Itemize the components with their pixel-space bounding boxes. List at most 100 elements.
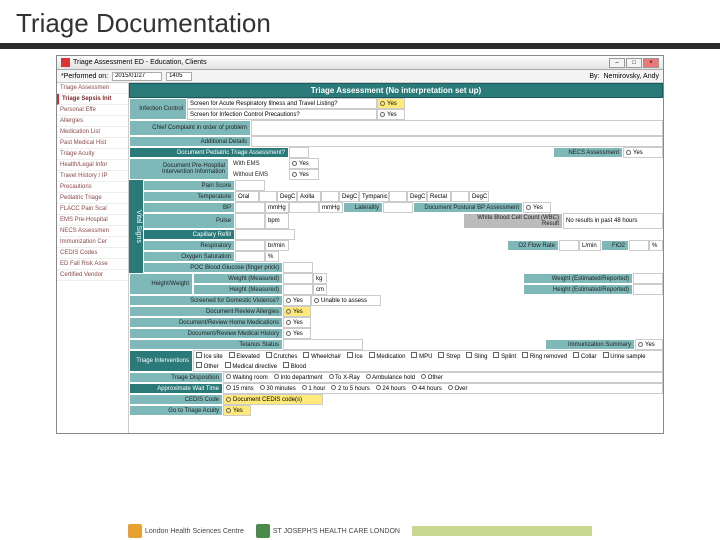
temp-oral-input[interactable] (259, 191, 277, 202)
pain-input[interactable] (235, 180, 265, 191)
postural-bp-value[interactable]: Yes (523, 202, 551, 213)
option[interactable]: Urine sample (603, 352, 646, 360)
peds-triage-value[interactable] (289, 147, 309, 158)
sidebar-item[interactable]: Certified Vendor (57, 270, 128, 281)
sidebar-item[interactable]: Medication List (57, 127, 128, 138)
dv-unable[interactable]: Unable to assess (311, 295, 381, 306)
option[interactable]: 2 to 5 hours (331, 385, 369, 392)
without-ems-label: Without EMS (229, 169, 289, 180)
sidebar-item[interactable]: EMS Pre-Hospital (57, 215, 128, 226)
option[interactable]: Ambulance hold (366, 374, 415, 381)
option[interactable]: Splint (493, 352, 516, 360)
option[interactable]: 30 minutes (260, 385, 296, 392)
option[interactable]: Wheelchair (303, 352, 341, 360)
option[interactable]: Sling (466, 352, 487, 360)
height-e-input[interactable] (633, 284, 663, 295)
resp-screen-value[interactable]: Yes (377, 98, 405, 109)
sidebar-item[interactable]: Triage Assessmen (57, 83, 128, 94)
with-ems-value[interactable]: Yes (289, 158, 319, 169)
sidebar-item[interactable]: ED Fall Risk Asse (57, 259, 128, 270)
option[interactable]: Blood (283, 362, 306, 370)
option[interactable]: 24 hours (376, 385, 406, 392)
cedis-button[interactable]: Document CEDIS code(s) (223, 394, 323, 405)
additional-details-input[interactable] (251, 136, 663, 147)
bp-sys-input[interactable] (235, 202, 265, 213)
option[interactable]: Ring removed (522, 352, 567, 360)
option[interactable]: Ice (347, 352, 363, 360)
weight-m-input[interactable] (283, 273, 313, 284)
option[interactable]: MPU (411, 352, 432, 360)
option[interactable]: Medical directive (225, 362, 277, 370)
poc-glucose-input[interactable] (283, 262, 313, 273)
option[interactable]: Over (448, 385, 468, 392)
sidebar-item[interactable]: Pediatric Triage (57, 193, 128, 204)
laterality-input[interactable] (383, 202, 413, 213)
time-input[interactable] (166, 72, 192, 81)
temp-oral-lbl: Oral (235, 191, 259, 202)
sidebar-item[interactable]: Immunization Cer (57, 237, 128, 248)
height-m-input[interactable] (283, 284, 313, 295)
o2flow-input[interactable] (559, 240, 579, 251)
ipac-screen-value[interactable]: Yes (377, 109, 405, 120)
sidebar-item[interactable]: Triage Acuity (57, 149, 128, 160)
without-ems-value[interactable]: Yes (289, 169, 319, 180)
slide-title: Triage Documentation (0, 0, 720, 43)
sidebar-item[interactable]: Health/Legal Infor (57, 160, 128, 171)
main-panel: Triage Assessment (No interpretation set… (129, 83, 663, 433)
minimize-button[interactable]: – (609, 58, 625, 68)
imm-yes[interactable]: Yes (635, 339, 663, 350)
sidebar-item[interactable]: NECS Assessmen (57, 226, 128, 237)
capillary-input[interactable] (235, 229, 295, 240)
option[interactable]: Ice site (196, 352, 223, 360)
temp-axilla-input[interactable] (321, 191, 339, 202)
option[interactable]: Medication (369, 352, 406, 360)
weight-e-input[interactable] (633, 273, 663, 284)
option[interactable]: Collar (573, 352, 596, 360)
td-label: Triage Disposition (129, 372, 223, 383)
titlebar: Triage Assessment ED - Education, Client… (57, 56, 663, 70)
chief-complaint-input[interactable] (251, 120, 663, 136)
sidebar-item[interactable]: FLACC Pain Scal (57, 204, 128, 215)
resp-input[interactable] (235, 240, 265, 251)
pulse-input[interactable] (235, 213, 265, 229)
temp-rectal-input[interactable] (451, 191, 469, 202)
dm-yes[interactable]: Yes (283, 317, 311, 328)
temp-oral-unit: DegC (277, 191, 297, 202)
gta-yes[interactable]: Yes (223, 405, 251, 416)
option[interactable]: Elevated (229, 352, 260, 360)
pulse-unit: bpm (265, 213, 289, 229)
option[interactable]: To X-Ray (329, 374, 360, 381)
o2sat-input[interactable] (235, 251, 265, 262)
maximize-button[interactable]: □ (626, 58, 642, 68)
pain-label: Pain Score (143, 180, 235, 191)
dh-yes[interactable]: Yes (283, 328, 311, 339)
bp-dia-input[interactable] (289, 202, 319, 213)
option[interactable]: Other (196, 362, 219, 370)
fio2-input[interactable] (629, 240, 649, 251)
sidebar-item[interactable]: Triage Sepsis Init (57, 94, 128, 105)
temp-tymp-input[interactable] (389, 191, 407, 202)
option[interactable]: 15 mins (226, 385, 254, 392)
necs-value[interactable]: Yes (623, 147, 663, 158)
option[interactable]: Waiting room (226, 374, 268, 381)
sidebar-item[interactable]: Personal Effe (57, 105, 128, 116)
option[interactable]: Strep (438, 352, 460, 360)
da-yes[interactable]: Yes (283, 306, 311, 317)
sidebar-item[interactable]: CEDIS Codes (57, 248, 128, 259)
sidebar-item[interactable]: Past Medical Hist (57, 138, 128, 149)
dv-label: Screened for Domestic Violence? (129, 295, 283, 306)
sidebar-item[interactable]: Precautions (57, 182, 128, 193)
wbc-result: No results in past 48 hours (563, 213, 663, 229)
option[interactable]: Into department (274, 374, 323, 381)
date-input[interactable] (112, 72, 162, 81)
option[interactable]: Other (421, 374, 443, 381)
close-button[interactable]: × (643, 58, 659, 68)
tetanus-input[interactable] (283, 339, 363, 350)
sidebar-item[interactable]: Travel History / IP (57, 171, 128, 182)
option[interactable]: 44 hours (412, 385, 442, 392)
sidebar-item[interactable]: Allergies (57, 116, 128, 127)
dv-yes[interactable]: Yes (283, 295, 311, 306)
lhsc-logo: London Health Sciences Centre (128, 524, 244, 538)
option[interactable]: 1 hour (302, 385, 326, 392)
option[interactable]: Crutches (266, 352, 298, 360)
